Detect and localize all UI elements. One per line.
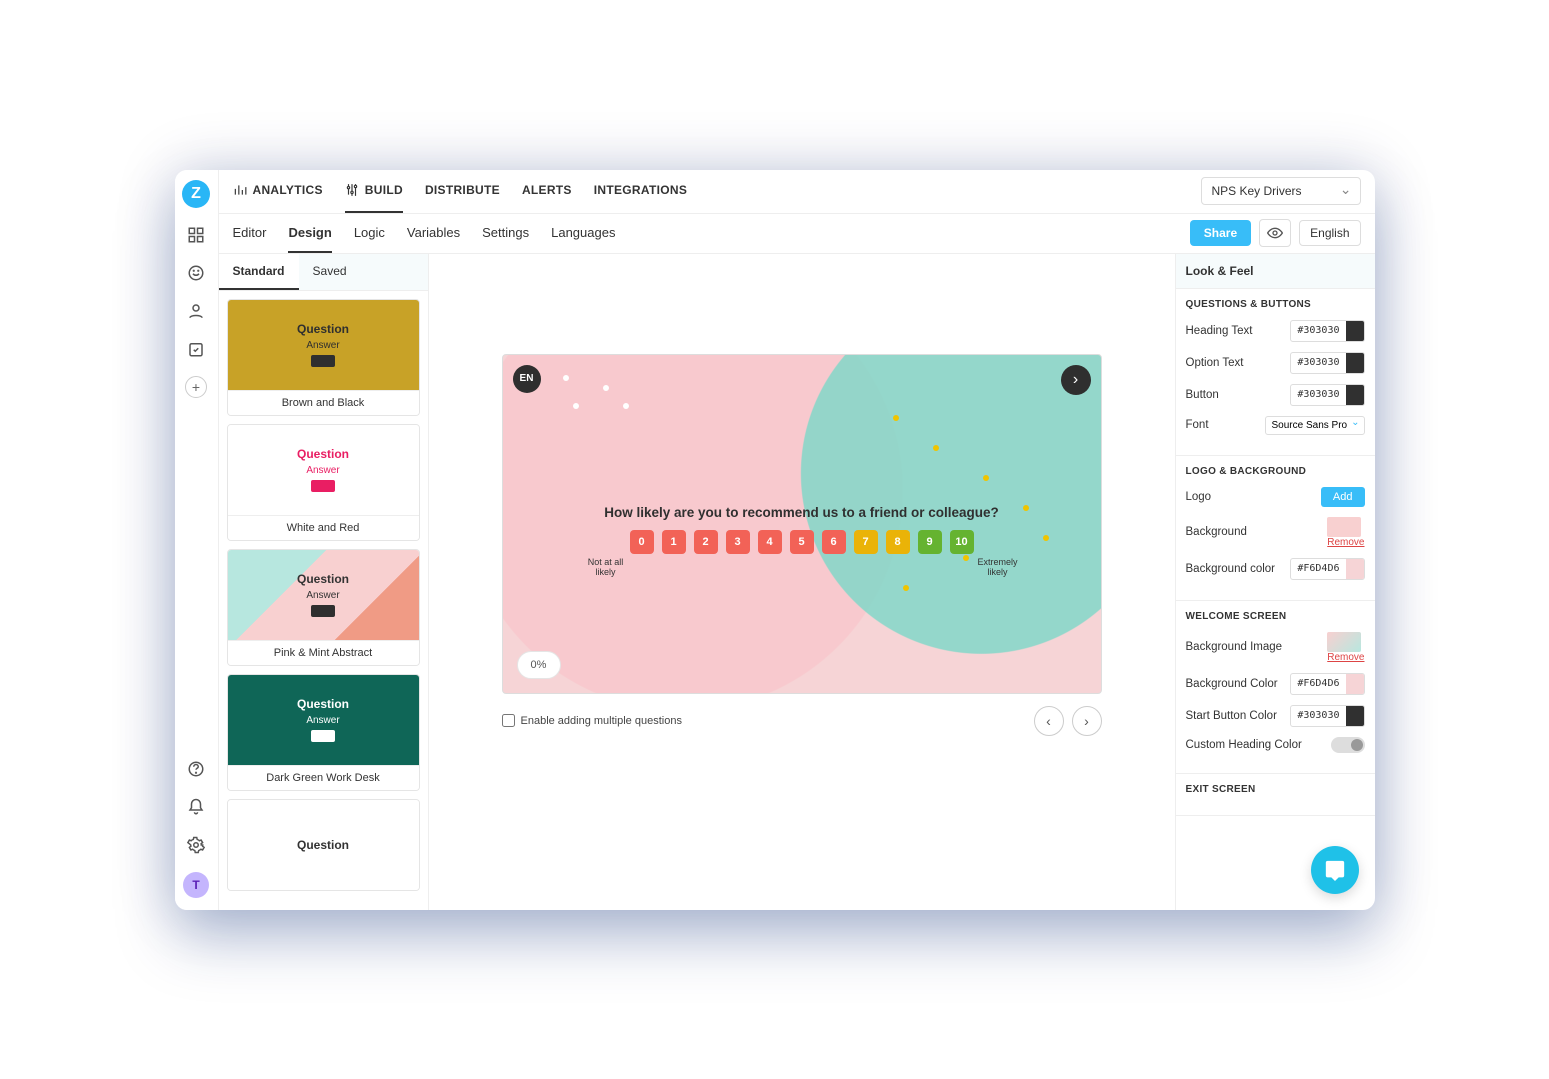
- nps-5[interactable]: 5: [790, 530, 814, 554]
- question-text: How likely are you to recommend us to a …: [503, 505, 1101, 520]
- multi-question-checkbox[interactable]: Enable adding multiple questions: [502, 714, 682, 727]
- section-heading: WELCOME SCREEN: [1186, 611, 1365, 622]
- nps-10[interactable]: 10: [950, 530, 974, 554]
- progress-indicator: 0%: [517, 651, 561, 679]
- nps-label-high: Extremely likely: [973, 557, 1023, 577]
- help-icon[interactable]: [185, 758, 207, 780]
- option-text-color[interactable]: #303030: [1290, 352, 1364, 374]
- section-heading: EXIT SCREEN: [1186, 784, 1365, 795]
- section-heading: QUESTIONS & BUTTONS: [1186, 299, 1365, 310]
- notifications-icon[interactable]: [185, 796, 207, 818]
- nav-distribute[interactable]: DISTRIBUTE: [425, 170, 500, 213]
- font-select[interactable]: Source Sans Pro: [1265, 416, 1365, 435]
- theme-tab-standard[interactable]: Standard: [219, 254, 299, 290]
- language-button[interactable]: English: [1299, 220, 1360, 246]
- nps-7[interactable]: 7: [854, 530, 878, 554]
- tab-settings[interactable]: Settings: [482, 214, 529, 253]
- panel-title: Look & Feel: [1176, 254, 1375, 289]
- nps-scale: 0 1 2 3 4 5 6 7 8 9 10: [503, 530, 1101, 554]
- nav-contacts-icon[interactable]: [185, 300, 207, 322]
- background-color[interactable]: #F6D4D6: [1290, 558, 1364, 580]
- remove-background-link[interactable]: Remove: [1327, 537, 1364, 548]
- share-button[interactable]: Share: [1190, 220, 1251, 246]
- next-question-button[interactable]: ›: [1072, 706, 1102, 736]
- language-badge[interactable]: EN: [513, 365, 541, 393]
- theme-card[interactable]: QuestionAnswer Dark Green Work Desk: [227, 674, 420, 791]
- next-button[interactable]: ›: [1061, 365, 1091, 395]
- add-logo-button[interactable]: Add: [1321, 487, 1365, 507]
- nps-2[interactable]: 2: [694, 530, 718, 554]
- theme-tab-saved[interactable]: Saved: [299, 254, 361, 290]
- chat-widget[interactable]: [1311, 846, 1359, 894]
- theme-card[interactable]: QuestionAnswer Brown and Black: [227, 299, 420, 416]
- theme-label: Dark Green Work Desk: [228, 765, 419, 790]
- theme-label: Brown and Black: [228, 390, 419, 415]
- prev-question-button[interactable]: ‹: [1034, 706, 1064, 736]
- nps-9[interactable]: 9: [918, 530, 942, 554]
- nav-tasks-icon[interactable]: [185, 338, 207, 360]
- nps-0[interactable]: 0: [630, 530, 654, 554]
- nav-analytics[interactable]: ANALYTICS: [233, 170, 323, 213]
- theme-card[interactable]: QuestionAnswer Pink & Mint Abstract: [227, 549, 420, 666]
- theme-label: White and Red: [228, 515, 419, 540]
- custom-heading-toggle[interactable]: [1331, 737, 1365, 753]
- nps-4[interactable]: 4: [758, 530, 782, 554]
- welcome-bg-color[interactable]: #F6D4D6: [1290, 673, 1364, 695]
- tab-logic[interactable]: Logic: [354, 214, 385, 253]
- nps-6[interactable]: 6: [822, 530, 846, 554]
- welcome-bg-thumb[interactable]: [1327, 632, 1361, 652]
- tab-languages[interactable]: Languages: [551, 214, 615, 253]
- nav-integrations[interactable]: INTEGRATIONS: [594, 170, 687, 213]
- nav-dashboard-icon[interactable]: [185, 224, 207, 246]
- tab-design[interactable]: Design: [288, 214, 331, 253]
- nps-1[interactable]: 1: [662, 530, 686, 554]
- theme-card[interactable]: Question: [227, 799, 420, 891]
- tab-variables[interactable]: Variables: [407, 214, 460, 253]
- section-heading: LOGO & BACKGROUND: [1186, 466, 1365, 477]
- survey-selector[interactable]: NPS Key Drivers: [1201, 177, 1361, 205]
- user-avatar[interactable]: T: [183, 872, 209, 898]
- tab-editor[interactable]: Editor: [233, 214, 267, 253]
- button-color[interactable]: #303030: [1290, 384, 1364, 406]
- nav-alerts[interactable]: ALERTS: [522, 170, 572, 213]
- nav-feedback-icon[interactable]: [185, 262, 207, 284]
- theme-label: Pink & Mint Abstract: [228, 640, 419, 665]
- settings-icon[interactable]: [185, 834, 207, 856]
- background-thumb[interactable]: [1327, 517, 1361, 537]
- heading-text-color[interactable]: #303030: [1290, 320, 1364, 342]
- preview-button[interactable]: [1259, 219, 1291, 247]
- nps-label-low: Not at all likely: [581, 557, 631, 577]
- rail-add-button[interactable]: +: [185, 376, 207, 398]
- nps-3[interactable]: 3: [726, 530, 750, 554]
- survey-preview: EN › How likely are you to recommend us …: [502, 354, 1102, 694]
- start-button-color[interactable]: #303030: [1290, 705, 1364, 727]
- nps-8[interactable]: 8: [886, 530, 910, 554]
- nav-build[interactable]: BUILD: [345, 170, 403, 213]
- app-logo[interactable]: Z: [182, 180, 210, 208]
- theme-card[interactable]: QuestionAnswer White and Red: [227, 424, 420, 541]
- remove-welcome-bg-link[interactable]: Remove: [1327, 652, 1364, 663]
